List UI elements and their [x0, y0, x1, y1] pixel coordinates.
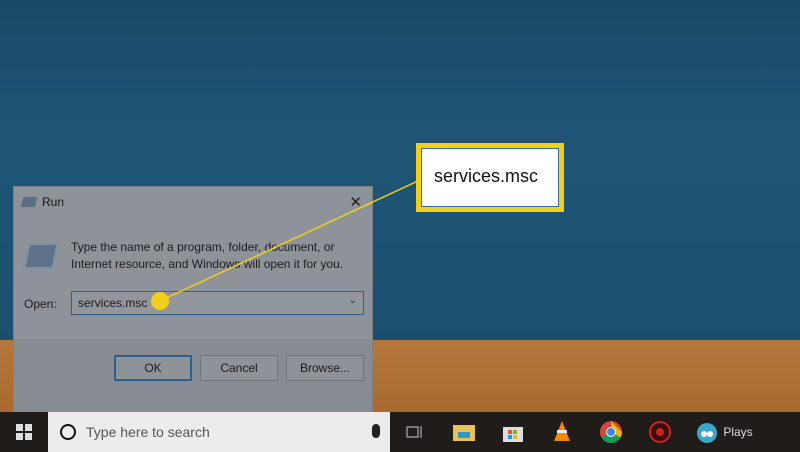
microphone-icon[interactable]: [372, 424, 380, 438]
store-icon: [502, 427, 523, 442]
task-view-icon: [406, 426, 421, 438]
plays-label: Plays: [723, 425, 753, 439]
search-placeholder: Type here to search: [86, 424, 210, 440]
vlc-button[interactable]: [537, 412, 586, 452]
cortana-icon: [60, 424, 76, 440]
plays-icon: [697, 423, 718, 443]
chrome-button[interactable]: [586, 412, 635, 452]
plays-button[interactable]: Plays: [684, 412, 764, 452]
task-view-button[interactable]: [390, 412, 439, 452]
callout-line: [159, 179, 421, 302]
callout-text: services.msc: [421, 148, 559, 207]
file-explorer-button[interactable]: [439, 412, 488, 452]
windows-icon: [16, 424, 32, 440]
taskbar: Type here to search Plays: [0, 412, 800, 452]
chrome-icon: [599, 421, 622, 443]
start-button[interactable]: [0, 412, 48, 452]
vlc-icon: [553, 421, 570, 441]
store-button[interactable]: [488, 412, 537, 452]
app-button[interactable]: [635, 412, 684, 452]
folder-icon: [452, 425, 475, 441]
callout-dot: [151, 292, 169, 310]
search-box[interactable]: Type here to search: [48, 412, 390, 452]
red-app-icon: [648, 421, 671, 443]
callout-box: services.msc: [416, 143, 564, 212]
